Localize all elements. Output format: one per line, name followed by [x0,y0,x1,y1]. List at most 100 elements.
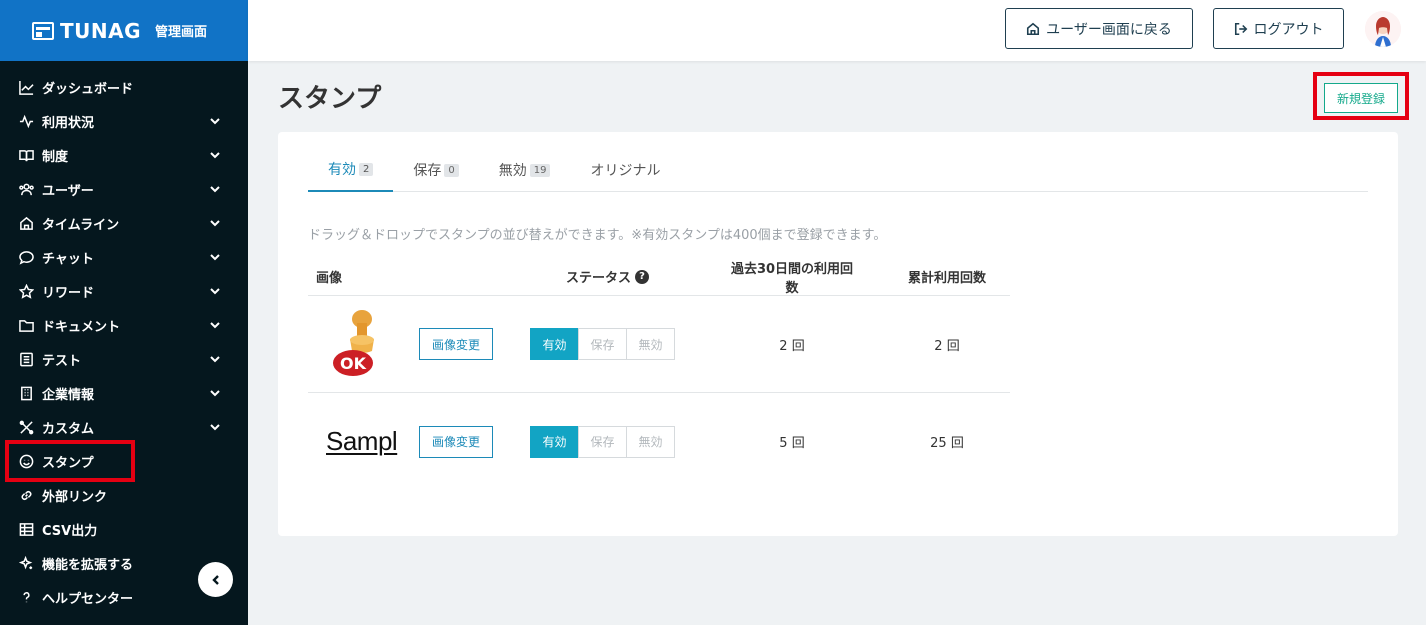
status-toggle: 有効 保存 無効 [530,328,678,360]
change-image-button[interactable]: 画像変更 [419,425,493,458]
sidebar-item-label: テスト [42,353,82,369]
column-header-image: 画像 [316,271,343,286]
sidebar-item-label: タイムライン [42,217,120,233]
folder-icon [18,317,34,333]
tab-original[interactable]: オリジナル [570,148,680,192]
tab-count-badge: 19 [529,163,551,177]
recent-usage-count: 5 回 [779,436,805,451]
sidebar-item-csv-export[interactable]: CSV出力 [0,512,248,546]
sidebar-item-timeline[interactable]: タイムライン [0,206,248,240]
status-toggle: 有効 保存 無効 [530,425,678,458]
sidebar-item-dashboard[interactable]: ダッシュボード [0,70,248,104]
tools-icon [18,419,34,435]
user-avatar-icon [1365,11,1401,47]
pulse-icon [18,113,34,129]
home-icon [18,215,34,231]
table-row[interactable]: OK 画像変更 有効 保存 無効 2 回 2 回 [308,296,1010,393]
status-saved-button[interactable]: 保存 [578,328,627,360]
sidebar-item-test[interactable]: テスト [0,342,248,376]
users-icon [18,181,34,197]
total-usage-count: 2 回 [934,338,960,354]
status-disabled-button[interactable]: 無効 [626,425,675,458]
brand-header[interactable]: TUNAG 管理画面 [0,0,248,61]
chevron-down-icon [210,218,220,228]
tab-label: 無効 [498,163,527,179]
status-cell: 有効 保存 無効 [518,328,698,360]
sidebar-item-reward[interactable]: リワード [0,274,248,308]
sidebar-item-label: カスタム [42,421,95,437]
new-register-button[interactable]: 新規登録 [1324,83,1398,113]
status-disabled-button[interactable]: 無効 [626,328,675,360]
chart-line-icon [18,79,34,95]
status-tabs: 有効 2 保存 0 無効 19 オリジナル [308,148,1368,192]
chevron-down-icon [210,184,220,194]
brand-logo: TUNAG [32,19,141,43]
sidebar-item-document[interactable]: ドキュメント [0,308,248,342]
sparkle-icon [18,555,34,571]
logout-button-label: ログアウト [1253,21,1324,38]
table-header: 画像 ステータス ? 過去30日間の利用回数 累計利用回数 [308,258,1010,296]
table-icon [18,521,34,537]
sidebar-item-users[interactable]: ユーザー [0,172,248,206]
chevron-down-icon [210,116,220,126]
brand-subtitle: 管理画面 [155,25,208,40]
checklist-icon [18,351,34,367]
stamp-image: Sampl [308,426,408,457]
sidebar-item-usage[interactable]: 利用状況 [0,104,248,138]
sidebar-item-external-link[interactable]: 外部リンク [0,478,248,512]
stamp-image: OK [308,309,408,379]
chat-icon [18,249,34,265]
tab-count-badge: 0 [444,163,459,177]
status-enabled-button[interactable]: 有効 [530,425,579,458]
stamp-table: 画像 ステータス ? 過去30日間の利用回数 累計利用回数 OK 画像変更 有効… [308,258,1010,490]
column-header-recent-usage: 過去30日間の利用回数 [730,261,854,296]
total-usage-count: 25 回 [930,436,964,451]
tab-disabled[interactable]: 無効 19 [479,148,571,192]
tab-active[interactable]: 有効 2 [308,148,394,192]
page-title: スタンプ [278,84,382,114]
sidebar-item-label: ドキュメント [42,319,121,335]
status-enabled-button[interactable]: 有効 [530,328,579,360]
brand-name: TUNAG [60,18,142,43]
chevron-down-icon [210,320,220,330]
ok-stamp-image: OK [333,310,374,376]
back-button-label: ユーザー画面に戻る [1046,21,1172,38]
sidebar-item-chat[interactable]: チャット [0,240,248,274]
tunag-logo-icon [32,21,54,40]
recent-usage-count: 2 回 [779,338,805,354]
chevron-down-icon [210,422,220,432]
tab-label: 有効 [328,162,356,178]
home-icon [1027,22,1040,35]
sidebar-item-label: 機能を拡張する [42,557,134,573]
chevron-left-icon [211,574,219,585]
new-button-highlight: 新規登録 [1313,72,1409,120]
sidebar-item-custom[interactable]: カスタム [0,410,248,444]
chevron-down-icon [210,252,220,262]
chevron-down-icon [210,150,220,160]
column-header-status: ステータス ? [518,267,698,286]
status-saved-button[interactable]: 保存 [578,425,627,458]
change-image-button[interactable]: 画像変更 [419,328,493,360]
logout-button[interactable]: ログアウト [1213,8,1344,49]
sidebar-item-label: 利用状況 [42,115,95,131]
sidebar-item-label: チャット [42,251,94,267]
sidebar-item-stamp[interactable]: スタンプ [5,440,135,482]
chevron-down-icon [210,354,220,364]
sidebar-item-label: CSV出力 [42,523,98,539]
change-image-cell: 画像変更 [408,328,518,360]
collapse-sidebar-button[interactable] [198,562,233,597]
sidebar-item-label: スタンプ [42,455,94,471]
chevron-down-icon [210,388,220,398]
sidebar-item-system[interactable]: 制度 [0,138,248,172]
help-icon [18,589,34,605]
tab-saved[interactable]: 保存 0 [393,148,478,192]
sidebar-item-label: 企業情報 [42,387,95,403]
chevron-down-icon [210,286,220,296]
back-to-user-screen-button[interactable]: ユーザー画面に戻る [1005,8,1193,49]
table-row[interactable]: Sampl 画像変更 有効 保存 無効 5 回 25 回 [308,393,1010,490]
sidebar-item-company[interactable]: 企業情報 [0,376,248,410]
question-circle-icon[interactable]: ? [635,269,650,284]
tab-label: オリジナル [590,163,661,179]
sidebar-nav: ダッシュボード 利用状況 制度 ユーザー タイムライン チャット リワード ドキ… [0,70,248,614]
avatar[interactable] [1365,11,1401,47]
